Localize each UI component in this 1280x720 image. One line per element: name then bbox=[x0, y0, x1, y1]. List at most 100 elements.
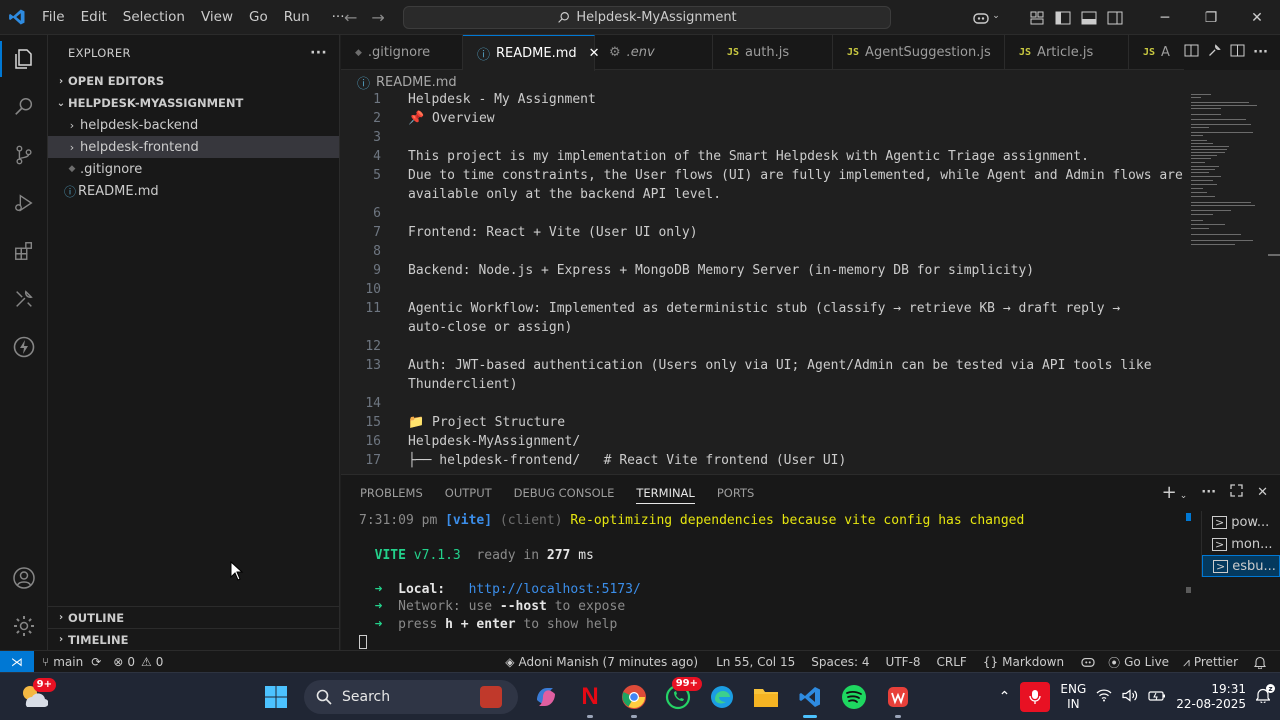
tab-terminal[interactable]: TERMINAL bbox=[625, 475, 705, 510]
file-explorer-icon[interactable] bbox=[750, 681, 782, 713]
timeline-section[interactable]: › TIMELINE bbox=[48, 628, 339, 650]
wps-office-icon[interactable] bbox=[882, 681, 914, 718]
whatsapp-icon[interactable]: 99+ bbox=[662, 677, 702, 713]
tab-output[interactable]: OUTPUT bbox=[434, 475, 503, 510]
menu-item-go[interactable]: Go bbox=[241, 0, 276, 35]
open-preview-icon[interactable] bbox=[1184, 43, 1199, 62]
settings-gear-icon[interactable] bbox=[0, 602, 48, 650]
toggle-primary-sidebar-icon[interactable] bbox=[1050, 11, 1076, 25]
weather-widget[interactable]: 9+ bbox=[18, 678, 56, 713]
open-editors-section[interactable]: › OPEN EDITORS bbox=[48, 70, 339, 92]
menu-item-edit[interactable]: Edit bbox=[73, 0, 115, 35]
encoding[interactable]: UTF-8 bbox=[876, 655, 927, 669]
notification-center-icon[interactable]: z bbox=[1255, 684, 1275, 706]
tab-ports[interactable]: PORTS bbox=[706, 475, 765, 510]
prettier-status[interactable]: ⩘ Prettier bbox=[1175, 655, 1244, 670]
account-icon[interactable] bbox=[0, 554, 48, 602]
maximize-panel-icon[interactable] bbox=[1230, 484, 1243, 501]
indentation[interactable]: Spaces: 4 bbox=[801, 655, 875, 669]
line-number: 12 bbox=[365, 339, 381, 354]
tab-problems[interactable]: PROBLEMS bbox=[349, 475, 434, 510]
new-terminal-icon[interactable]: + ⌄ bbox=[1162, 482, 1188, 503]
menu-item-file[interactable]: File bbox=[34, 0, 73, 35]
search-icon[interactable] bbox=[0, 83, 48, 131]
microphone-icon[interactable] bbox=[1020, 682, 1051, 712]
outline-section[interactable]: › OUTLINE bbox=[48, 606, 339, 628]
thunder-client-icon[interactable] bbox=[0, 323, 48, 371]
tab-readme[interactable]: ⓘ README.md ✕ bbox=[463, 35, 600, 71]
more-actions-icon[interactable]: ··· bbox=[1253, 45, 1268, 60]
tree-item-readme[interactable]: ⓘ README.md bbox=[48, 180, 339, 202]
explorer-icon[interactable] bbox=[0, 35, 48, 83]
toggle-panel-icon[interactable] bbox=[1076, 11, 1102, 25]
split-editor-icon[interactable] bbox=[1230, 43, 1245, 62]
tab-auth-js[interactable]: JS auth.js bbox=[713, 35, 833, 70]
tree-item-helpdesk-backend[interactable]: › helpdesk-backend bbox=[48, 114, 339, 136]
menu-item-run[interactable]: Run bbox=[276, 0, 318, 35]
restore-button[interactable]: ❐ bbox=[1188, 0, 1234, 35]
copilot-app-icon[interactable] bbox=[530, 681, 562, 713]
more-actions-icon[interactable]: ··· bbox=[1201, 485, 1216, 500]
line-ending[interactable]: CRLF bbox=[927, 655, 973, 669]
problems-indicator[interactable]: ⊗ 0 ⚠ 0 bbox=[107, 655, 169, 669]
git-blame[interactable]: ◈ Adoni Manish (7 minutes ago) bbox=[499, 655, 704, 669]
terminal-item-esbuild[interactable]: > esbu... bbox=[1202, 555, 1280, 577]
chrome-icon[interactable] bbox=[618, 681, 650, 718]
branch-indicator[interactable]: ⑂ main ⟳ bbox=[34, 655, 107, 669]
terminal-item-mongo[interactable]: > mon... bbox=[1202, 533, 1280, 555]
language-indicator[interactable]: ENG IN bbox=[1060, 682, 1086, 712]
battery-icon[interactable] bbox=[1148, 690, 1166, 705]
source-control-icon[interactable] bbox=[0, 131, 48, 179]
tab-gitignore[interactable]: ◆ .gitignore bbox=[341, 35, 463, 70]
edge-icon[interactable] bbox=[706, 681, 738, 713]
tree-item-gitignore[interactable]: ◆ .gitignore bbox=[48, 158, 339, 180]
command-center[interactable]: Helpdesk-MyAssignment bbox=[403, 6, 891, 29]
forward-arrow-icon[interactable]: → bbox=[371, 8, 384, 27]
tab-article-js[interactable]: JS Article.js bbox=[1005, 35, 1129, 70]
terminal-output[interactable]: 7:31:09 pm [vite] (client) Re-optimizing… bbox=[359, 513, 1189, 651]
clock[interactable]: 19:31 22-08-2025 bbox=[1176, 682, 1246, 712]
volume-icon[interactable] bbox=[1122, 689, 1138, 705]
remote-indicator-icon[interactable]: ⋊ bbox=[0, 650, 34, 673]
editor-scrollbar[interactable] bbox=[1266, 92, 1280, 474]
menu-item-view[interactable]: View bbox=[193, 0, 241, 35]
run-debug-icon[interactable] bbox=[0, 179, 48, 227]
minimize-button[interactable]: ─ bbox=[1142, 0, 1188, 35]
workspace-section[interactable]: ⌄ HELPDESK-MYASSIGNMENT bbox=[48, 92, 339, 114]
vscode-app-icon[interactable] bbox=[794, 681, 826, 718]
local-url-link[interactable]: http://localhost:5173/ bbox=[469, 582, 641, 597]
copilot-icon[interactable]: ⌄ bbox=[966, 11, 1006, 25]
tab-env[interactable]: ⚙ .env bbox=[595, 35, 713, 70]
language-mode[interactable]: {} Markdown bbox=[973, 655, 1070, 669]
taskbar-search[interactable]: Search bbox=[304, 680, 518, 714]
layout-customize-icon[interactable] bbox=[1024, 11, 1050, 25]
back-arrow-icon[interactable]: ← bbox=[344, 8, 357, 27]
go-live-button[interactable]: ⦿ Go Live bbox=[1102, 654, 1175, 671]
tools-icon[interactable] bbox=[1207, 43, 1222, 62]
minimap[interactable] bbox=[1191, 92, 1263, 252]
cursor-position-label: Ln 55, Col 15 bbox=[716, 655, 796, 669]
terminal-item-powershell[interactable]: > pow... bbox=[1202, 511, 1280, 533]
copilot-status-icon[interactable] bbox=[1070, 656, 1102, 668]
explorer-more-actions-icon[interactable]: ··· bbox=[310, 45, 327, 61]
chevron-up-icon[interactable]: ⌃ bbox=[999, 689, 1011, 705]
wifi-icon[interactable] bbox=[1096, 689, 1112, 705]
code-editor[interactable]: 1 Helpdesk - My Assignment 2 📌 Overview 3 4 Th… bbox=[341, 92, 1280, 474]
tab-agentsuggestion-js[interactable]: JS AgentSuggestion.js bbox=[833, 35, 1005, 70]
notifications-bell-icon[interactable] bbox=[1244, 656, 1272, 669]
windows-start-icon[interactable] bbox=[260, 681, 292, 713]
cursor-position[interactable]: Ln 55, Col 15 bbox=[704, 655, 801, 669]
netflix-icon[interactable]: N bbox=[574, 681, 606, 718]
tab-overflow[interactable]: JS A bbox=[1129, 35, 1189, 70]
spotify-icon[interactable] bbox=[838, 681, 870, 713]
tree-item-helpdesk-frontend[interactable]: › helpdesk-frontend bbox=[48, 136, 339, 158]
remote-tools-icon[interactable] bbox=[0, 275, 48, 323]
breadcrumb[interactable]: ⓘ README.md bbox=[341, 71, 457, 93]
extensions-icon[interactable] bbox=[0, 227, 48, 275]
menu-item-selection[interactable]: Selection bbox=[115, 0, 193, 35]
close-window-button[interactable]: ✕ bbox=[1234, 0, 1280, 35]
tab-debug-console[interactable]: DEBUG CONSOLE bbox=[503, 475, 626, 510]
close-panel-icon[interactable]: ✕ bbox=[1257, 485, 1268, 500]
terminal-scrollbar[interactable] bbox=[1185, 511, 1191, 647]
toggle-secondary-sidebar-icon[interactable] bbox=[1102, 11, 1128, 25]
